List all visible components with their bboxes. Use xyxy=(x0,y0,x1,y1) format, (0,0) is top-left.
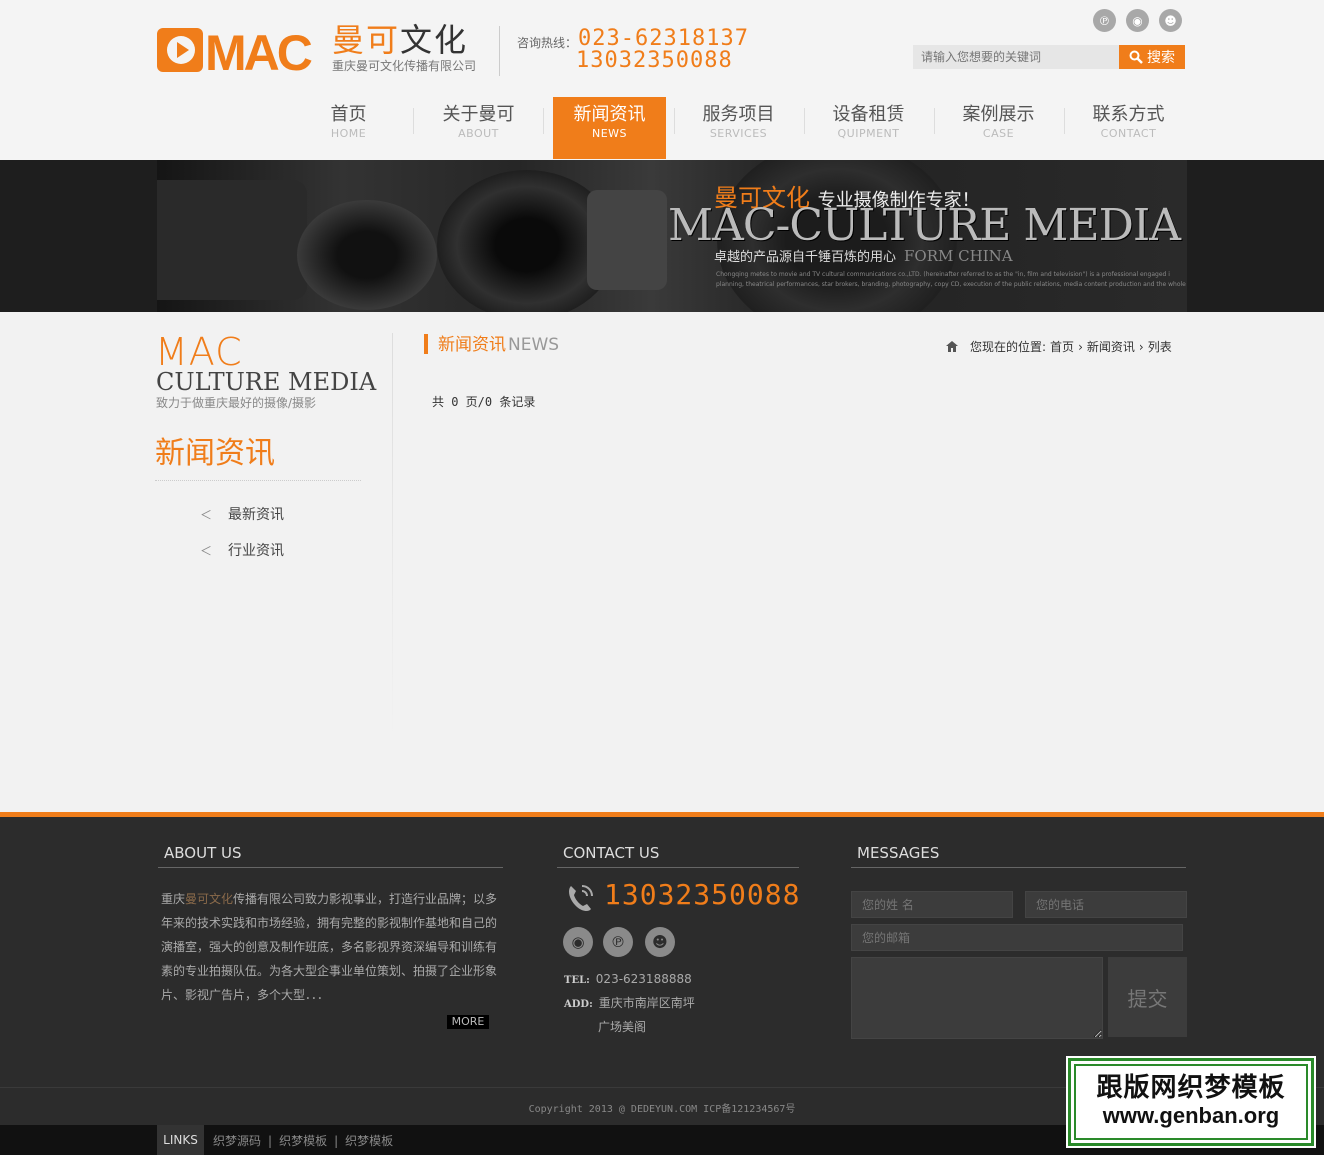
side-item-industry-news[interactable]: ＜行业资讯 xyxy=(200,541,350,561)
nav-separator xyxy=(674,108,675,134)
tencent-weibo-icon[interactable]: ℗ xyxy=(603,927,633,957)
breadcrumb-label: 您现在的位置: xyxy=(970,340,1047,354)
qq-icon[interactable]: ☻ xyxy=(1159,9,1182,32)
search-button[interactable]: 搜索 xyxy=(1119,45,1185,69)
banner-slogan: 卓越的产品源自千锤百炼的用心 FORM CHINA xyxy=(714,247,1013,265)
side-item-latest-news[interactable]: ＜最新资讯 xyxy=(200,505,350,525)
friend-link[interactable]: 织梦源码 xyxy=(213,1134,261,1148)
hotline-number-2: 13032350088 xyxy=(576,48,733,73)
about-heading: ABOUT US xyxy=(158,843,503,868)
hotline-label: 咨询热线： xyxy=(517,36,578,50)
nav-separator xyxy=(804,108,805,134)
weibo-icon[interactable]: ◉ xyxy=(1126,9,1149,32)
chevron-left-icon: ＜ xyxy=(200,508,213,522)
about-text: 重庆曼可文化传播有限公司致力影视事业，打造行业品牌；以多年来的技术实践和市场经验… xyxy=(161,892,498,1002)
breadcrumb-separator-icon: › xyxy=(1138,339,1144,354)
message-submit-button[interactable]: 提交 xyxy=(1108,957,1187,1037)
main-title: 新闻资讯 NEWS xyxy=(438,335,560,355)
logo-text: MAC xyxy=(205,26,312,74)
weibo-icon[interactable]: ◉ xyxy=(563,927,593,957)
breadcrumb-news[interactable]: 新闻资讯 xyxy=(1087,338,1135,355)
logo-divider xyxy=(499,26,500,76)
side-slogan: 致力于做重庆最好的摄像/摄影 xyxy=(156,396,317,410)
nav-item-services[interactable]: 服务项目 SERVICES xyxy=(682,97,795,159)
breadcrumb-home[interactable]: 首页 xyxy=(1050,338,1074,355)
main-title-bar xyxy=(424,334,428,354)
breadcrumb-list: 列表 xyxy=(1147,340,1172,354)
contact-phone: 13032350088 xyxy=(604,878,801,911)
nav-item-equipment[interactable]: 设备租赁 QUIPMENT xyxy=(812,97,925,159)
breadcrumb: 您现在的位置: 首页 › 新闻资讯 › 列表 xyxy=(946,338,1172,355)
watermark-line-2: www.genban.org xyxy=(1102,1103,1280,1128)
side-logo-culture: CULTURE MEDIA xyxy=(156,368,377,396)
about-more-button[interactable]: MORE xyxy=(447,1015,489,1029)
message-phone-input[interactable] xyxy=(1025,891,1187,918)
phone-icon xyxy=(569,885,593,912)
search-button-label: 搜索 xyxy=(1147,50,1175,66)
qq-icon[interactable]: ☻ xyxy=(645,927,675,957)
friend-link[interactable]: 织梦模板 xyxy=(279,1134,327,1148)
nav-item-home[interactable]: 首页 HOME xyxy=(292,97,405,159)
banner: 曼可文化 专业摄像制作专家！ MAC-CULTURE MEDIA 卓越的产品源自… xyxy=(0,160,1324,312)
nav-separator xyxy=(1064,108,1065,134)
watermark: 跟版网织梦模板 www.genban.org xyxy=(1066,1056,1316,1148)
message-name-input[interactable] xyxy=(851,891,1013,918)
side-vertical-divider xyxy=(392,333,393,743)
search-input[interactable] xyxy=(913,45,1119,69)
nav-separator xyxy=(543,108,544,134)
nav-item-case[interactable]: 案例展示 CASE xyxy=(942,97,1055,159)
links-label: LINKS xyxy=(157,1125,204,1155)
nav-item-about[interactable]: 关于曼可 ABOUT xyxy=(422,97,535,159)
nav-item-news[interactable]: 新闻资讯 NEWS xyxy=(553,97,666,159)
search-icon xyxy=(1129,50,1143,64)
banner-fine-print: Chongqing metes to movie and TV cultural… xyxy=(716,271,1186,288)
message-email-input[interactable] xyxy=(851,924,1183,951)
contact-heading: CONTACT US xyxy=(557,843,799,868)
messages-heading: MESSAGES xyxy=(851,843,1186,868)
contact-address: ADD: 重庆市南岸区南坪 xyxy=(564,996,695,1010)
home-icon xyxy=(946,341,958,352)
logo-company-name: 曼可文化 xyxy=(332,21,469,59)
contact-address-line-2: 广场美阁 xyxy=(598,1020,647,1034)
logo-mark[interactable]: MAC xyxy=(157,26,325,74)
friend-links: 织梦源码 | 织梦模板 | 织梦模板 xyxy=(213,1134,394,1148)
breadcrumb-separator-icon: › xyxy=(1078,339,1083,354)
banner-headline: MAC-CULTURE MEDIA xyxy=(668,200,1181,251)
side-divider xyxy=(155,480,361,481)
nav-separator xyxy=(413,108,414,134)
nav-item-contact[interactable]: 联系方式 CONTACT xyxy=(1072,97,1185,159)
message-content-textarea[interactable] xyxy=(851,957,1103,1039)
chevron-left-icon: ＜ xyxy=(200,544,213,558)
side-logo-mac: MAC xyxy=(155,330,243,374)
friend-link[interactable]: 织梦模板 xyxy=(345,1134,393,1148)
tencent-weibo-icon[interactable]: ℗ xyxy=(1093,9,1116,32)
watermark-line-1: 跟版网织梦模板 xyxy=(1096,1073,1286,1103)
side-section-title: 新闻资讯 xyxy=(155,436,275,471)
contact-tel: TEL: 023-623188888 xyxy=(564,972,692,986)
record-count: 共 0 页/0 条记录 xyxy=(432,395,536,409)
nav-separator xyxy=(934,108,935,134)
logo-subtitle: 重庆曼可文化传播有限公司 xyxy=(332,59,477,73)
